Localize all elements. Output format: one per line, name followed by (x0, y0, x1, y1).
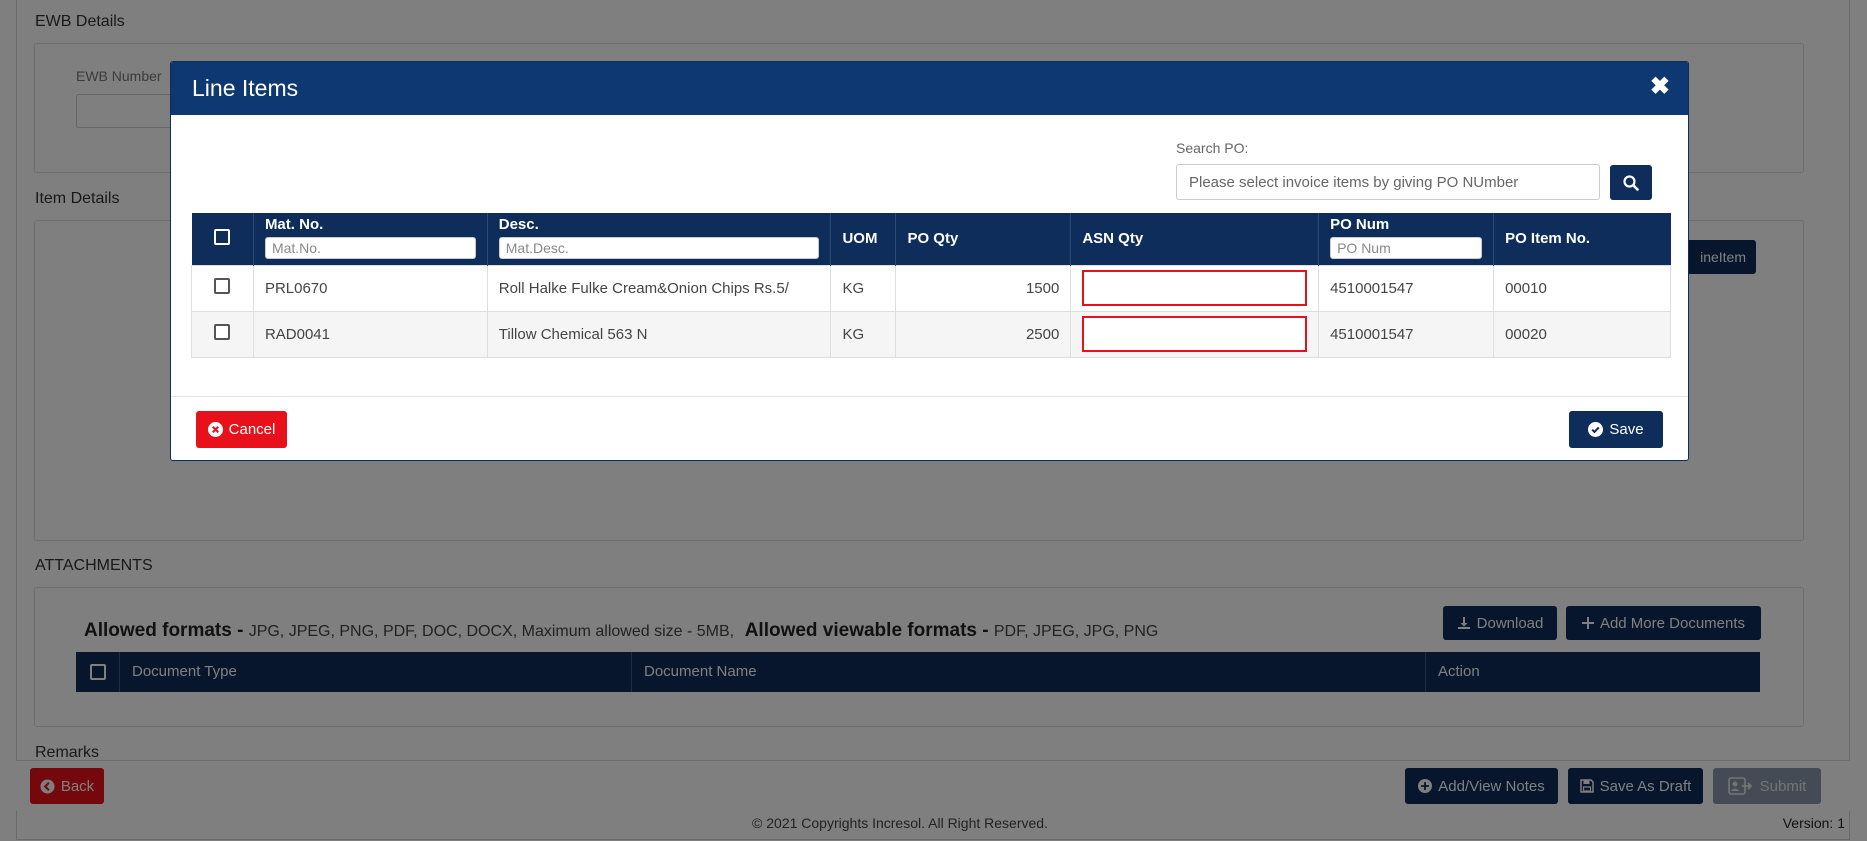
cell-po-num: 4510001547 (1318, 264, 1495, 312)
col-po-num: PO Num (1318, 213, 1495, 265)
select-all-checkbox[interactable] (214, 228, 231, 245)
cell-po-item-no: 00010 (1493, 264, 1671, 312)
line-items-modal: Line Items ✖ Search PO: Mat. No. Desc. U… (170, 61, 1689, 461)
cell-desc: Tillow Chemical 563 N (486, 310, 832, 358)
modal-header: Line Items ✖ (171, 62, 1688, 115)
col-mat-no: Mat. No. (253, 213, 488, 265)
cell-uom: KG (830, 264, 897, 312)
cell-po-qty: 1500 (895, 264, 1072, 312)
search-button[interactable] (1610, 165, 1652, 200)
row-checkbox[interactable] (214, 324, 231, 340)
col-asn-qty: ASN Qty (1070, 213, 1320, 265)
table-header-row: Mat. No. Desc. UOM PO Qty ASN Qty PO Num… (191, 213, 1671, 265)
save-label: Save (1609, 421, 1644, 438)
col-po-qty: PO Qty (895, 213, 1072, 265)
row-select-cell (191, 264, 254, 312)
cell-desc: Roll Halke Fulke Cream&Onion Chips Rs.5/ (486, 264, 832, 312)
col-desc: Desc. (487, 213, 832, 265)
cell-asn-qty (1070, 310, 1320, 358)
line-items-table: Mat. No. Desc. UOM PO Qty ASN Qty PO Num… (191, 213, 1671, 358)
search-icon (1623, 174, 1639, 191)
row-checkbox[interactable] (214, 278, 231, 294)
po-num-filter-input[interactable] (1330, 237, 1483, 260)
col-uom: UOM (830, 213, 897, 265)
asn-qty-input[interactable] (1082, 270, 1308, 306)
close-icon[interactable]: ✖ (1650, 72, 1670, 101)
cancel-circle-icon (207, 422, 223, 437)
search-po-label: Search PO: (1176, 140, 1249, 156)
cancel-button[interactable]: Cancel (196, 411, 287, 448)
cell-mat-no: PRL0670 (252, 264, 488, 312)
desc-filter-input[interactable] (498, 237, 820, 260)
cell-po-item-no: 00020 (1493, 310, 1671, 358)
select-all-cell (191, 213, 254, 265)
modal-title: Line Items (192, 75, 299, 101)
cancel-label: Cancel (228, 421, 276, 438)
check-circle-icon (1588, 422, 1604, 437)
asn-qty-input[interactable] (1082, 316, 1308, 352)
cell-mat-no: RAD0041 (252, 310, 488, 358)
cell-po-num: 4510001547 (1318, 310, 1495, 358)
col-desc-label: Desc. (498, 216, 539, 234)
search-po-input[interactable] (1176, 164, 1600, 200)
col-po-item-no: PO Item No. (1493, 213, 1671, 265)
cell-uom: KG (830, 310, 897, 358)
col-po-num-label: PO Num (1330, 216, 1390, 234)
col-mat-no-label: Mat. No. (264, 216, 324, 234)
table-row: RAD0041 Tillow Chemical 563 N KG 2500 45… (191, 310, 1671, 358)
row-select-cell (191, 310, 254, 358)
cell-po-qty: 2500 (895, 310, 1072, 358)
table-row: PRL0670 Roll Halke Fulke Cream&Onion Chi… (191, 264, 1671, 312)
mat-no-filter-input[interactable] (264, 237, 476, 260)
cell-asn-qty (1070, 264, 1320, 312)
modal-footer-divider (171, 396, 1688, 397)
save-button[interactable]: Save (1569, 411, 1663, 448)
